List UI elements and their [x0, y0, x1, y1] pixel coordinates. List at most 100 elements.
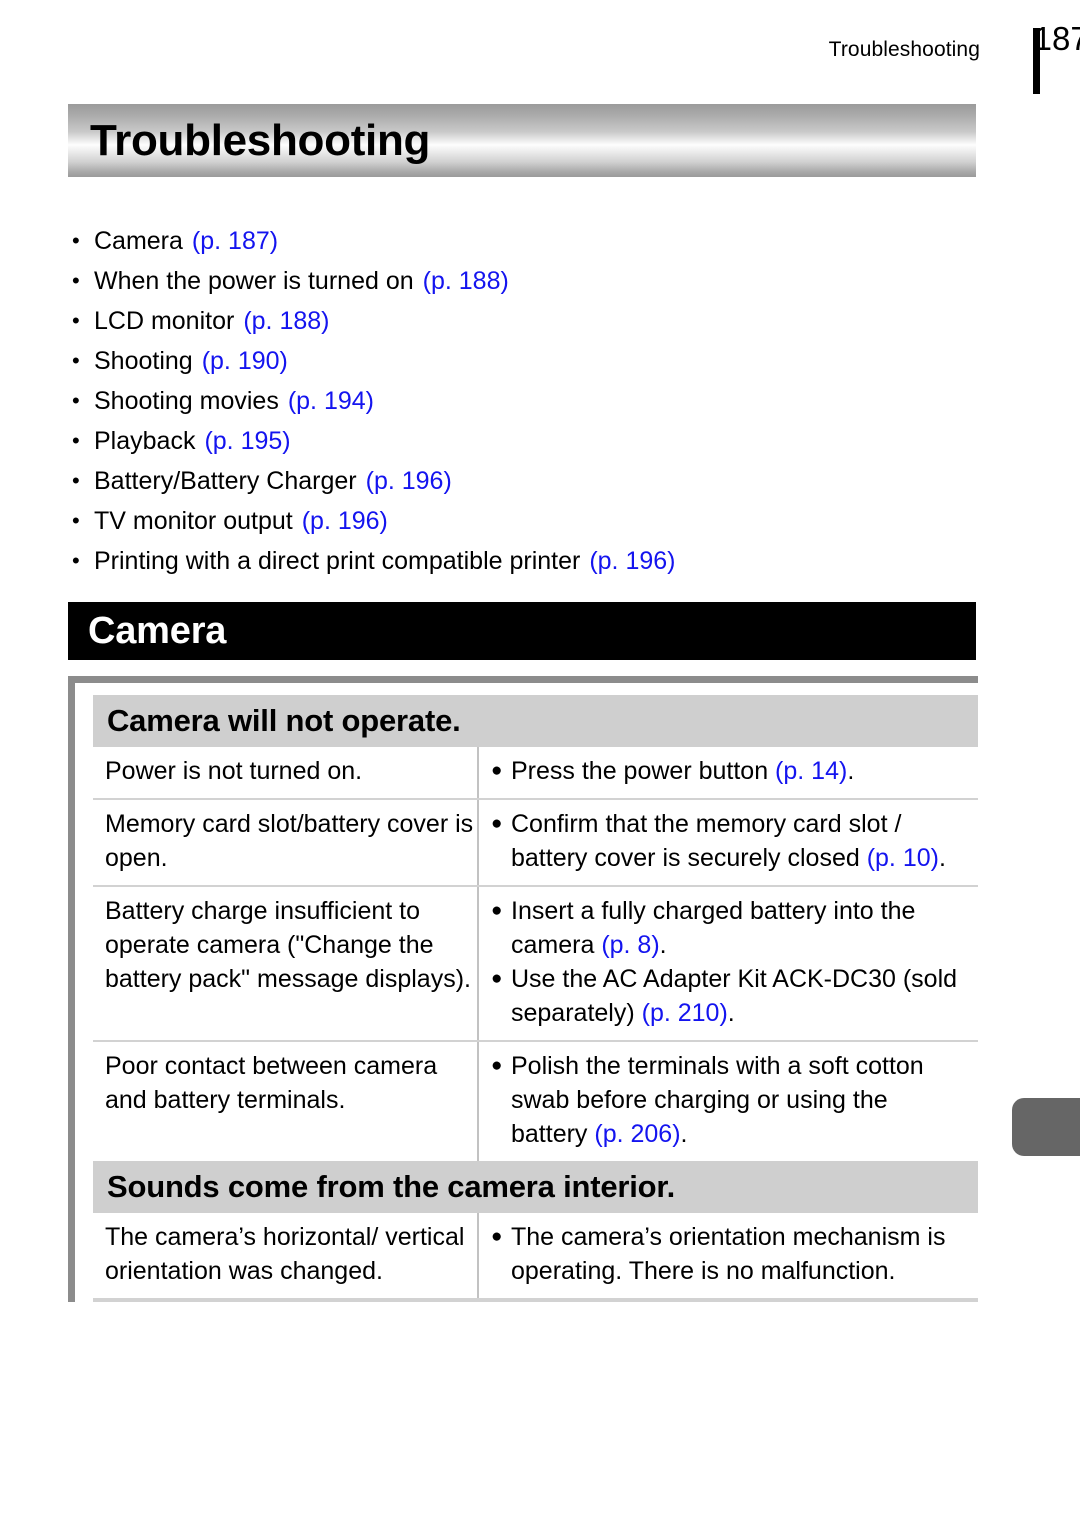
page-reference-link[interactable]: (p. 196) [366, 461, 452, 501]
bullet-icon: • [72, 388, 80, 413]
bullet-icon: • [72, 348, 80, 373]
remedy-cell: ● The camera’s orientation mechanism is o… [478, 1213, 978, 1298]
remedy-text: Use the AC Adapter Kit ACK-DC30 (sold se… [511, 962, 970, 1030]
page-reference-link[interactable]: (p. 206) [594, 1120, 680, 1148]
section-header-camera: Camera [68, 602, 976, 660]
remedy-cell: ● Press the power button (p. 14). [478, 747, 978, 800]
topic-list-item[interactable]: • Printing with a direct print compatible… [72, 541, 972, 581]
remedy-text: Press the power button (p. 14). [511, 754, 970, 788]
remedy-text: The camera’s orientation mechanism is op… [511, 1220, 970, 1288]
troubleshooting-topic-list: • Camera (p. 187) • When the power is turned… [72, 221, 972, 581]
bullet-icon: • [72, 228, 80, 253]
page-reference-link[interactable]: (p. 14) [775, 757, 847, 785]
page-reference-link[interactable]: (p. 210) [642, 999, 728, 1027]
remedy-cell: ● Polish the terminals with a soft cotton… [478, 1041, 978, 1161]
page-reference-link[interactable]: (p. 187) [192, 221, 278, 261]
chapter-thumb-tab [1012, 1098, 1080, 1156]
bullet-icon: • [72, 268, 80, 293]
topic-label: Camera [94, 227, 183, 255]
remedy-text-suffix: . [659, 931, 667, 959]
remedy-text-suffix: . [727, 999, 735, 1027]
bullet-icon: • [72, 508, 80, 533]
remedy-cell: ● Insert a fully charged battery into the… [478, 886, 978, 1042]
remedy-text: Polish the terminals with a soft cotton … [511, 1049, 970, 1151]
topic-label: Battery/Battery Charger [94, 467, 357, 495]
remedy-item: ● Confirm that the memory card slot / bat… [491, 807, 970, 875]
remedy-text-suffix: . [680, 1120, 688, 1148]
topic-list-item[interactable]: • When the power is turned on (p. 188) [72, 261, 972, 301]
filled-bullet-icon: ● [491, 1226, 503, 1247]
topic-label: LCD monitor [94, 307, 235, 335]
filled-bullet-icon: ● [491, 1055, 503, 1076]
group-heading-label: Camera will not operate. [107, 703, 461, 738]
topic-list-item[interactable]: • TV monitor output (p. 196) [72, 501, 972, 541]
table-bottom-rule [93, 1298, 978, 1302]
remedy-text-suffix: . [847, 757, 855, 785]
page-reference-link[interactable]: (p. 190) [202, 341, 288, 381]
cause-cell: Battery charge insufficient to operate c… [93, 886, 479, 1042]
bullet-icon: • [72, 548, 80, 573]
topic-label: Shooting movies [94, 387, 279, 415]
troubleshooting-table-block: Camera will not operate. Power is not tu… [68, 676, 978, 1302]
page-reference-link[interactable]: (p. 188) [423, 261, 509, 301]
chapter-title-banner: Troubleshooting [68, 104, 976, 177]
topic-list-item[interactable]: • LCD monitor (p. 188) [72, 301, 972, 341]
page-title: Troubleshooting [90, 115, 431, 165]
topic-list-item[interactable]: • Battery/Battery Charger (p. 196) [72, 461, 972, 501]
remedy-text-main: Insert a fully charged battery into the … [511, 897, 916, 959]
topic-list-item[interactable]: • Shooting movies (p. 194) [72, 381, 972, 421]
table-row: Memory card slot/battery cover is open. ●… [93, 799, 978, 887]
troubleshooting-table-group1: Power is not turned on. ● Press the power … [93, 747, 978, 1161]
topic-list-item[interactable]: • Playback (p. 195) [72, 421, 972, 461]
remedy-cell: ● Confirm that the memory card slot / bat… [478, 799, 978, 887]
filled-bullet-icon: ● [491, 813, 503, 834]
filled-bullet-icon: ● [491, 900, 503, 921]
page-reference-link[interactable]: (p. 194) [288, 381, 374, 421]
group-heading-camera-will-not-operate: Camera will not operate. [93, 695, 978, 747]
page-reference-link[interactable]: (p. 8) [601, 931, 659, 959]
remedy-text: Confirm that the memory card slot / batt… [511, 807, 970, 875]
filled-bullet-icon: ● [491, 760, 503, 781]
page-reference-link[interactable]: (p. 196) [589, 541, 675, 581]
topic-list-item[interactable]: • Shooting (p. 190) [72, 341, 972, 381]
remedy-text-main: The camera’s orientation mechanism is op… [511, 1223, 946, 1285]
remedy-text-suffix: . [938, 844, 946, 872]
topic-label: Printing with a direct print compatible … [94, 547, 581, 575]
remedy-text-main: Polish the terminals with a soft cotton … [511, 1052, 924, 1148]
topic-label: Shooting [94, 347, 193, 375]
running-header-title: Troubleshooting [828, 38, 980, 61]
page-number: 187 [1033, 20, 1080, 57]
page-reference-link[interactable]: (p. 188) [243, 301, 329, 341]
bullet-icon: • [72, 308, 80, 333]
page-reference-link[interactable]: (p. 195) [204, 421, 290, 461]
table-row: Power is not turned on. ● Press the power … [93, 747, 978, 800]
group-heading-sounds-from-interior: Sounds come from the camera interior. [93, 1161, 978, 1213]
remedy-text: Insert a fully charged battery into the … [511, 894, 970, 962]
remedy-text-main: Press the power button [511, 757, 776, 785]
cause-cell: The camera’s horizontal/ vertical orient… [93, 1213, 479, 1298]
topic-label: Playback [94, 427, 196, 455]
table-left-rule [68, 683, 75, 1302]
remedy-item: ● The camera’s orientation mechanism is o… [491, 1220, 970, 1288]
remedy-item: ● Press the power button (p. 14). [491, 754, 970, 788]
running-header: Troubleshooting 187 [828, 20, 1080, 94]
group-heading-label: Sounds come from the camera interior. [107, 1169, 675, 1204]
table-row: Poor contact between camera and battery … [93, 1041, 978, 1161]
table-top-rule [68, 676, 978, 683]
bullet-icon: • [72, 468, 80, 493]
topic-list-item[interactable]: • Camera (p. 187) [72, 221, 972, 261]
remedy-item: ● Polish the terminals with a soft cotton… [491, 1049, 970, 1151]
bullet-icon: • [72, 428, 80, 453]
remedy-item: ● Use the AC Adapter Kit ACK-DC30 (sold s… [491, 962, 970, 1030]
section-header-label: Camera [88, 609, 227, 652]
table-row: Battery charge insufficient to operate c… [93, 886, 978, 1042]
cause-cell: Poor contact between camera and battery … [93, 1041, 479, 1161]
table-row: The camera’s horizontal/ vertical orient… [93, 1213, 978, 1298]
page-reference-link[interactable]: (p. 196) [302, 501, 388, 541]
troubleshooting-table-group2: The camera’s horizontal/ vertical orient… [93, 1213, 978, 1298]
cause-cell: Memory card slot/battery cover is open. [93, 799, 479, 887]
page-reference-link[interactable]: (p. 10) [867, 844, 939, 872]
remedy-item: ● Insert a fully charged battery into the… [491, 894, 970, 962]
topic-label: TV monitor output [94, 507, 293, 535]
remedy-text-main: Confirm that the memory card slot / batt… [511, 810, 902, 872]
